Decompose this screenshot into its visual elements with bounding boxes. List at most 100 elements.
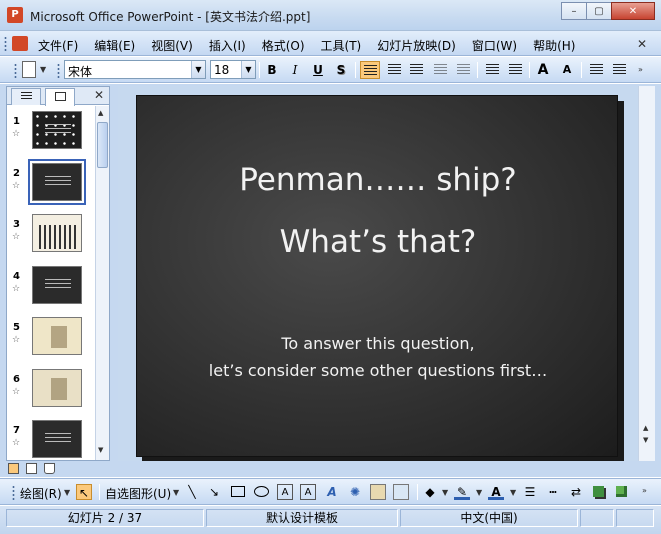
slide-thumbnail-image[interactable] xyxy=(28,158,86,205)
menu-help[interactable]: 帮助(H) xyxy=(533,37,575,54)
menu-tools[interactable]: 工具(T) xyxy=(321,37,362,54)
align-left-button[interactable] xyxy=(360,61,380,79)
vertical-textbox-icon[interactable]: A xyxy=(300,484,316,500)
italic-button[interactable]: I xyxy=(285,61,305,79)
bullets-button[interactable] xyxy=(505,61,525,79)
menu-slideshow[interactable]: 幻灯片放映(D) xyxy=(377,37,456,54)
slide-body-line2[interactable]: let’s consider some other questions firs… xyxy=(137,361,617,380)
chevron-down-icon[interactable]: ▼ xyxy=(241,61,255,78)
line-tool-icon[interactable]: ╲ xyxy=(184,484,200,500)
menu-insert[interactable]: 插入(I) xyxy=(209,37,246,54)
shrink-font-button[interactable]: A xyxy=(557,61,577,79)
slide-thumbnail-image[interactable] xyxy=(32,368,82,407)
line-color-icon[interactable]: ✎ xyxy=(454,484,470,500)
arrow-style-icon[interactable]: ⇄ xyxy=(568,484,584,500)
3d-style-icon[interactable] xyxy=(614,484,630,500)
chevron-down-icon[interactable]: ▼ xyxy=(476,488,482,497)
status-resize-grip[interactable] xyxy=(616,509,654,527)
diagram-icon[interactable]: ✺ xyxy=(347,484,363,500)
autoshapes-menu-button[interactable]: 自选图形(U) xyxy=(105,485,171,502)
powerpoint-app-icon[interactable]: P xyxy=(7,7,23,23)
numbering-button[interactable] xyxy=(482,61,502,79)
chevron-down-icon[interactable]: ▼ xyxy=(442,488,448,497)
panel-close-icon[interactable]: ✕ xyxy=(94,88,104,102)
slide-thumbnail[interactable]: 5 ☆ xyxy=(7,316,95,364)
scroll-down-icon[interactable]: ▼ xyxy=(98,446,103,454)
insert-picture-icon[interactable] xyxy=(393,484,409,500)
align-center-button[interactable] xyxy=(384,61,404,79)
text-shadow-button[interactable]: S xyxy=(331,61,351,79)
slide-thumbnail[interactable]: 6 ☆ xyxy=(7,368,95,416)
font-name-select[interactable]: 宋体 ▼ xyxy=(64,60,206,79)
slide-thumbnail-image[interactable] xyxy=(32,111,82,149)
slide-thumbnail[interactable]: 4 ☆ xyxy=(7,265,95,313)
close-button[interactable]: ✕ xyxy=(611,2,655,20)
textbox-tool-icon[interactable]: A xyxy=(277,484,293,500)
normal-view-icon[interactable] xyxy=(8,463,19,474)
line-style-icon[interactable]: ☰ xyxy=(522,484,538,500)
slide-thumbnail[interactable]: 7 ☆ xyxy=(7,419,95,460)
document-menu-icon[interactable] xyxy=(12,36,28,51)
shadow-style-icon[interactable] xyxy=(591,484,607,500)
toolbar-grip[interactable] xyxy=(14,63,17,78)
wordart-icon[interactable]: A xyxy=(324,484,340,500)
slide-thumbnail[interactable]: 1 ☆ xyxy=(7,110,95,158)
chevron-down-icon[interactable]: ▼ xyxy=(64,488,70,497)
decrease-indent-button[interactable] xyxy=(586,61,606,79)
slide-title-line2[interactable]: What’s that? xyxy=(137,224,617,260)
chevron-down-icon[interactable]: ▼ xyxy=(510,488,516,497)
slide-scrollbar[interactable]: ▲ ▼ xyxy=(638,86,655,461)
slide-body-line1[interactable]: To answer this question, xyxy=(137,334,617,353)
slide-thumbnail-image[interactable] xyxy=(32,420,82,458)
menu-edit[interactable]: 编辑(E) xyxy=(94,37,135,54)
next-slide-icon[interactable]: ▼ xyxy=(643,436,648,444)
menu-format[interactable]: 格式(O) xyxy=(262,37,305,54)
align-right-button[interactable] xyxy=(406,61,426,79)
font-size-select[interactable]: 18 ▼ xyxy=(210,60,256,79)
maximize-button[interactable]: ▢ xyxy=(586,2,612,20)
select-pointer-icon[interactable]: ↖ xyxy=(76,484,92,500)
distribute-button[interactable] xyxy=(430,61,450,79)
increase-indent-button[interactable] xyxy=(609,61,629,79)
fill-color-icon[interactable]: ◆ xyxy=(422,484,438,500)
slide-thumbnail[interactable]: 3 ☆ xyxy=(7,213,95,261)
toolbar-grip[interactable] xyxy=(57,63,60,78)
menubar-grip[interactable] xyxy=(4,36,7,51)
dash-style-icon[interactable]: ┅ xyxy=(545,484,561,500)
menu-window[interactable]: 窗口(W) xyxy=(472,37,517,54)
previous-slide-icon[interactable]: ▲ xyxy=(643,424,648,432)
current-slide[interactable]: Penman…… ship? What’s that? To answer th… xyxy=(136,95,618,457)
underline-button[interactable]: U xyxy=(308,61,328,79)
thumbnail-scrollbar[interactable]: ▲ ▼ xyxy=(95,106,109,460)
grow-font-button[interactable]: A xyxy=(533,61,553,79)
menu-file[interactable]: 文件(F) xyxy=(38,37,78,54)
slideshow-view-icon[interactable] xyxy=(44,463,55,474)
bold-button[interactable]: B xyxy=(262,61,282,79)
arrow-tool-icon[interactable]: ↘ xyxy=(206,484,222,500)
slide-title-line1[interactable]: Penman…… ship? xyxy=(137,162,617,198)
column-button[interactable] xyxy=(453,61,473,79)
font-color-icon[interactable]: A xyxy=(488,484,504,500)
toolbar-options-icon[interactable]: » xyxy=(638,65,643,74)
minimize-button[interactable]: – xyxy=(561,2,587,20)
scroll-thumb[interactable] xyxy=(97,122,108,168)
slide-thumbnail-image[interactable] xyxy=(32,214,82,252)
toolbar-grip[interactable] xyxy=(12,485,15,500)
document-close-icon[interactable]: ✕ xyxy=(637,37,647,51)
clipart-icon[interactable] xyxy=(370,484,386,500)
menu-view[interactable]: 视图(V) xyxy=(151,37,193,54)
new-dropdown-arrow-icon[interactable]: ▼ xyxy=(40,65,46,74)
slide-thumbnail[interactable]: 2 ☆ xyxy=(7,158,95,210)
chevron-down-icon[interactable]: ▼ xyxy=(191,61,205,78)
toolbar-options-icon[interactable]: » xyxy=(642,486,647,495)
chevron-down-icon[interactable]: ▼ xyxy=(173,488,179,497)
slide-thumbnail-image[interactable] xyxy=(32,317,82,355)
new-document-icon[interactable] xyxy=(22,61,36,78)
tab-slides[interactable] xyxy=(45,88,75,106)
tab-outline[interactable] xyxy=(11,88,41,105)
slide-thumbnail-image[interactable] xyxy=(32,265,82,304)
slide-sorter-view-icon[interactable] xyxy=(26,463,37,474)
oval-tool-icon[interactable] xyxy=(254,484,270,500)
draw-menu-button[interactable]: 绘图(R) xyxy=(20,485,62,502)
scroll-up-icon[interactable]: ▲ xyxy=(98,109,103,117)
